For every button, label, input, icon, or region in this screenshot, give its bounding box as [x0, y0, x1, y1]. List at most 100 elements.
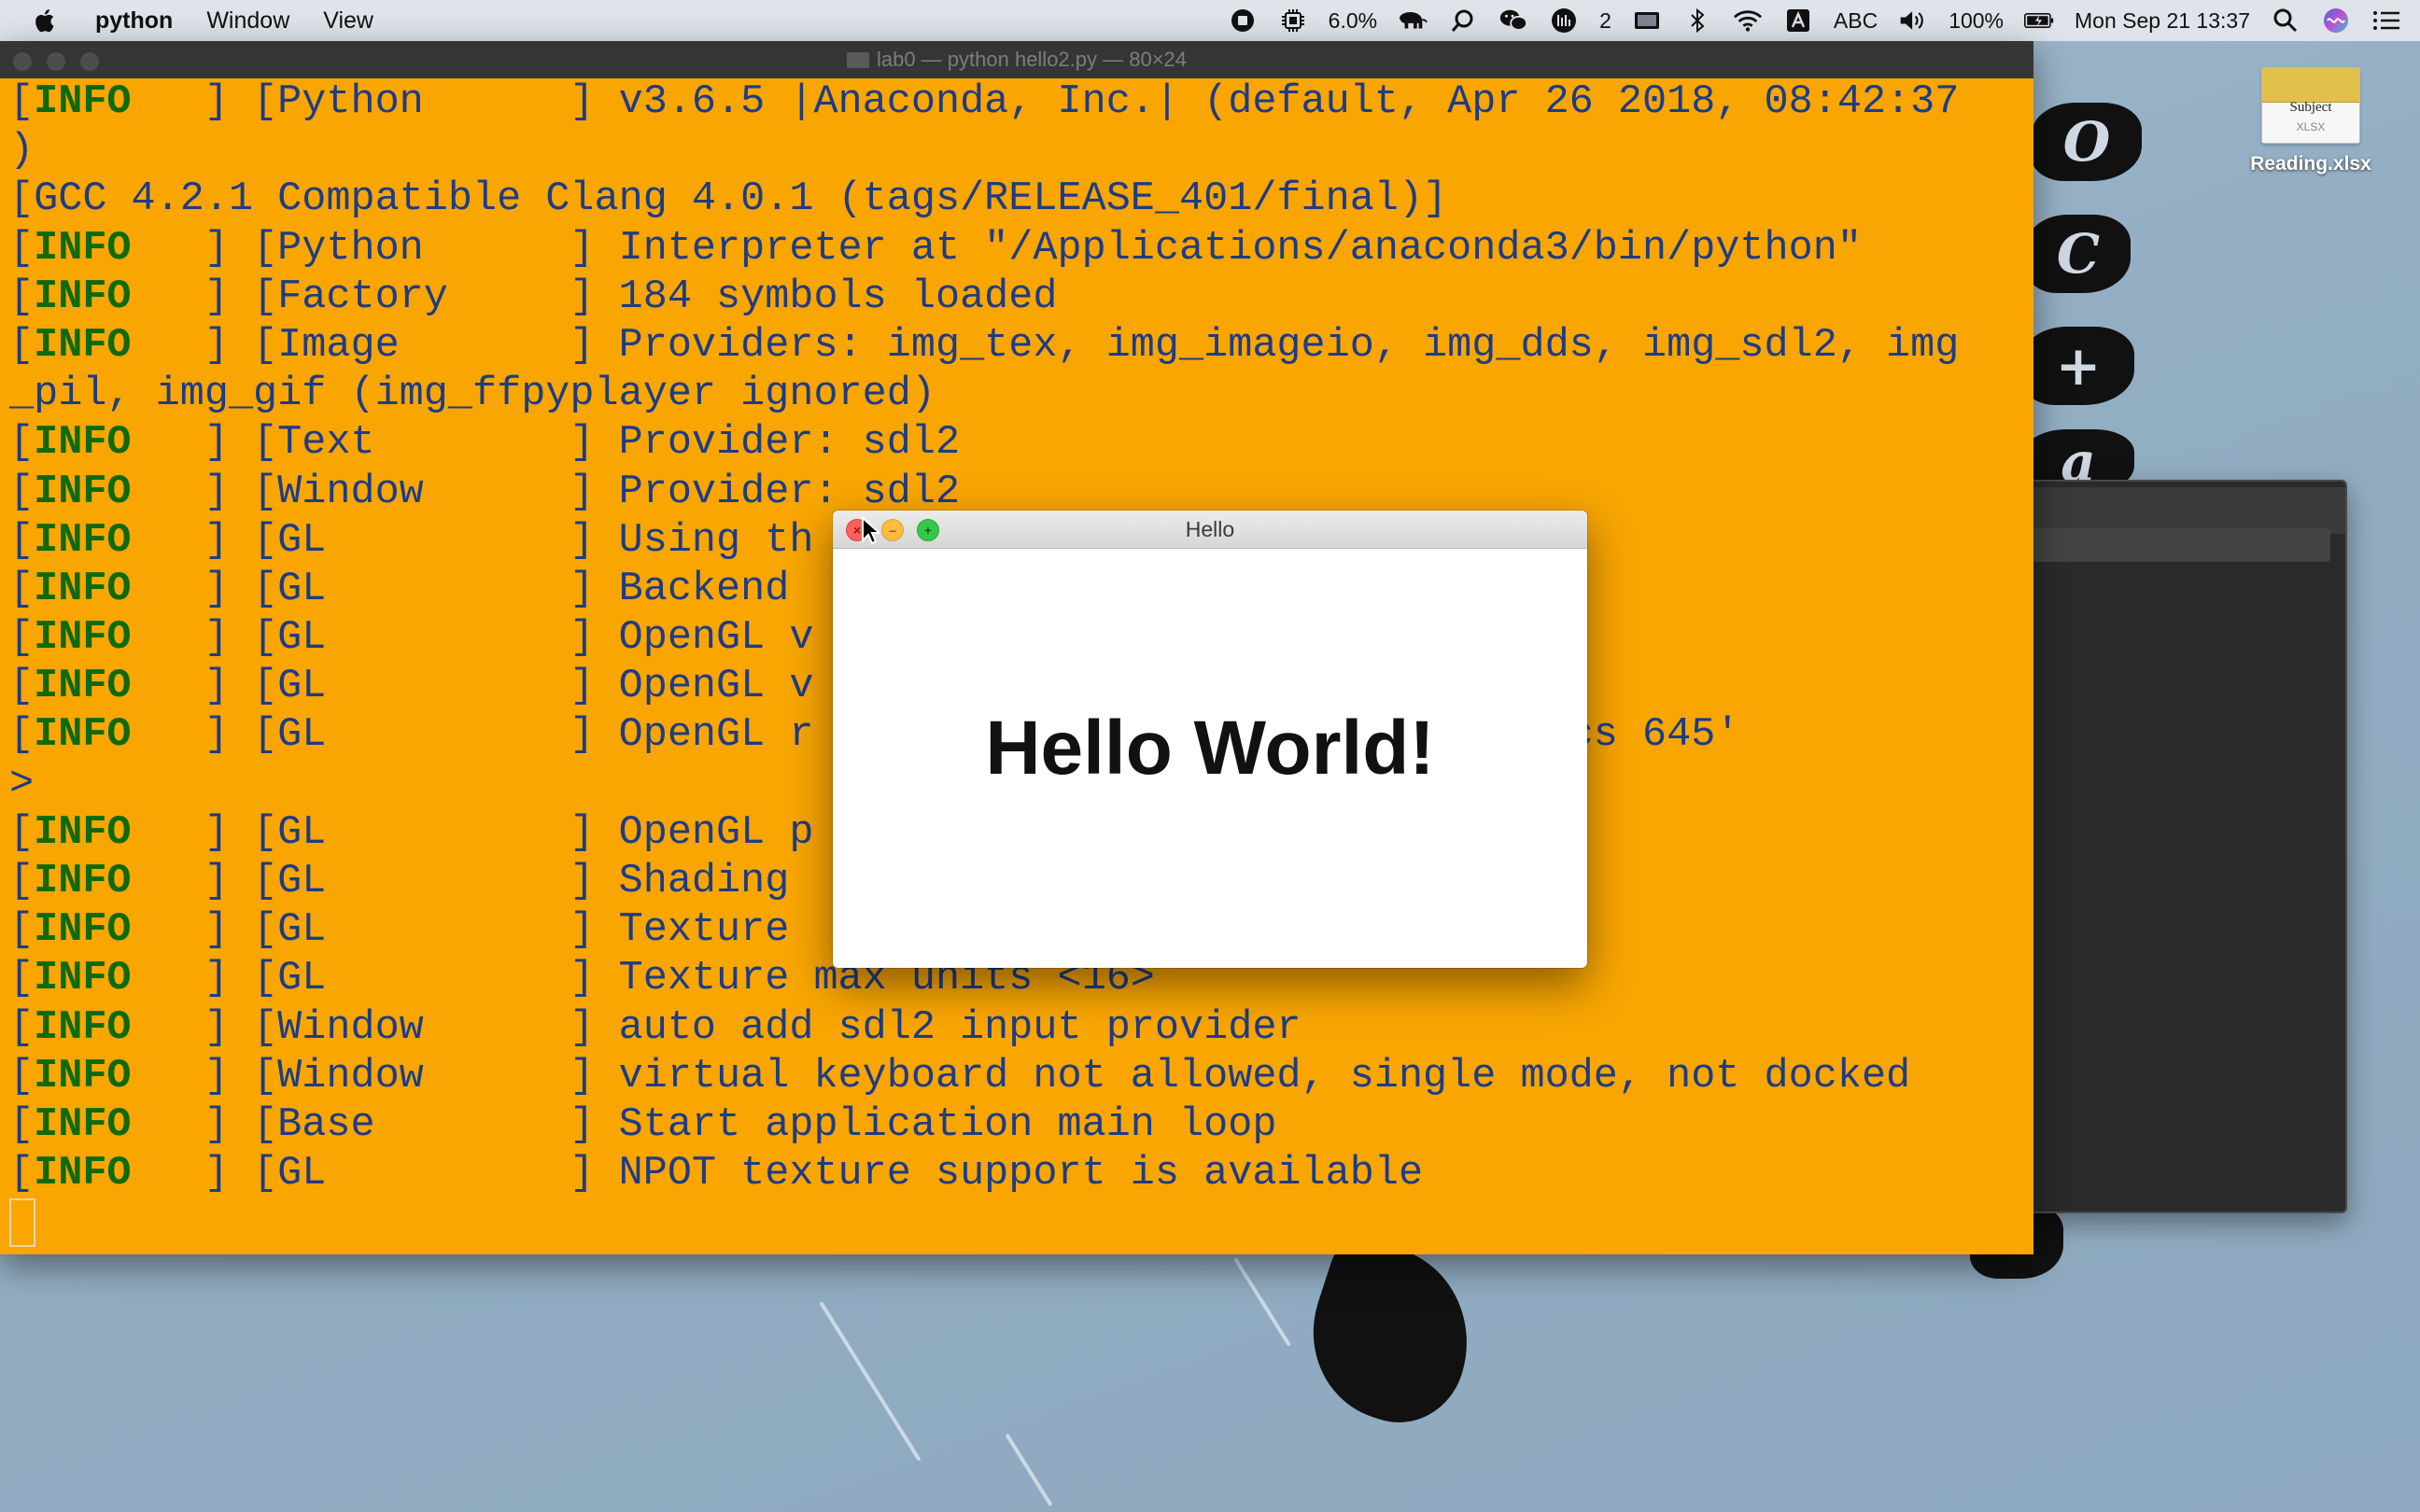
terminal-titlebar[interactable]: lab0 — python hello2.py — 80×24 — [0, 41, 2033, 78]
log-level: [INFO ] — [9, 809, 229, 856]
menu-view[interactable]: View — [323, 7, 373, 35]
terminal-cursor — [9, 1198, 35, 1247]
terminal-line: _pil, img_gif (img_ffpyplayer ignored) — [9, 371, 2033, 419]
log-message: [GL ] OpenGL v — [228, 664, 814, 710]
desktop-streak — [1233, 1257, 1291, 1347]
log-message: [GL ] NPOT texture support is available — [228, 1151, 1424, 1197]
log-message: [Text ] Provider: sdl2 — [228, 420, 961, 467]
log-level: [INFO ] — [9, 664, 229, 710]
hello-window[interactable]: × – + Hello Hello World! — [833, 511, 1587, 968]
terminal-line: [INFO ] [Base ] Start application main l… — [9, 1101, 2033, 1150]
terminal-line: [INFO ] [Python ] Interpreter at "/Appli… — [9, 225, 2033, 273]
log-message: ) — [9, 128, 35, 175]
log-level: [INFO ] — [9, 956, 229, 1002]
log-level: [INFO ] — [9, 712, 229, 759]
background-window[interactable] — [1989, 480, 2347, 1213]
terminal-line: [INFO ] [Window ] auto add sdl2 input pr… — [9, 1004, 2033, 1053]
log-level: [INFO ] — [9, 1101, 229, 1148]
menu-bar: python Window View 6.0% 2 ABC 100% Mon S… — [0, 0, 2420, 41]
terminal-line: [INFO ] [Window ] virtual keyboard not a… — [9, 1053, 2033, 1101]
desktop-decor-letter: + — [2022, 327, 2134, 405]
log-level: [INFO ] — [9, 420, 229, 467]
log-message: [Image ] Providers: img_tex, img_imageio… — [228, 322, 1960, 369]
bluetooth-icon[interactable] — [1682, 7, 1712, 34]
log-level: [INFO ] — [9, 859, 229, 904]
zoom-button[interactable]: + — [917, 519, 939, 541]
input-source-label[interactable]: ABC — [1834, 8, 1878, 34]
search-icon[interactable] — [2271, 7, 2300, 34]
log-level: [INFO ] — [9, 615, 229, 662]
log-message: [GL ] OpenGL v — [228, 615, 814, 662]
display-icon[interactable] — [1632, 7, 1662, 34]
log-level: [INFO ] — [9, 79, 229, 125]
terminal-line: [INFO ] [Text ] Provider: sdl2 — [9, 419, 2033, 468]
hello-titlebar[interactable]: × – + Hello — [833, 511, 1587, 549]
log-message: [Window ] Provider: sdl2 — [228, 469, 961, 515]
cpu-percent: 6.0% — [1328, 7, 1378, 33]
terminal-line: ) — [9, 127, 2033, 175]
control-center-icon[interactable] — [2371, 7, 2401, 34]
terminal-line: [INFO ] [Image ] Providers: img_tex, img… — [9, 322, 2033, 371]
log-level: [INFO ] — [9, 1004, 229, 1051]
log-level: [INFO ] — [9, 566, 229, 612]
cpu-icon[interactable] — [1278, 7, 1308, 34]
log-message: _pil, img_gif (img_ffpyplayer ignored) — [9, 371, 936, 418]
terminal-window-controls — [13, 52, 99, 71]
log-message: [Python ] v3.6.5 |Anaconda, Inc.| (defau… — [228, 79, 1960, 125]
log-level: [INFO ] — [9, 907, 229, 954]
close-button[interactable] — [13, 52, 32, 71]
wechat-icon[interactable] — [1498, 7, 1528, 34]
minimize-button[interactable]: – — [881, 519, 904, 541]
volume-icon[interactable] — [1898, 7, 1928, 34]
zoom-icon: + — [923, 523, 933, 538]
menu-app-python[interactable]: python — [95, 7, 173, 35]
elephant-icon[interactable] — [1398, 7, 1428, 34]
log-message: > — [9, 761, 35, 807]
terminal-line: [INFO ] [Factory ] 184 symbols loaded — [9, 273, 2033, 322]
log-level: [INFO ] — [9, 225, 229, 272]
record-icon[interactable] — [1228, 7, 1258, 34]
log-message: [Python ] Interpreter at "/Applications/… — [228, 225, 1862, 272]
apple-icon[interactable] — [32, 7, 60, 35]
terminal-line: [INFO ] [GL ] NPOT texture support is av… — [9, 1150, 2033, 1198]
log-level: [INFO ] — [9, 273, 229, 320]
desktop-streak — [819, 1301, 922, 1462]
log-message: [GL ] OpenGL p — [228, 809, 814, 856]
hello-window-controls: × – + — [846, 519, 939, 541]
zoom-button[interactable] — [80, 52, 99, 71]
clock[interactable]: Mon Sep 21 13:37 — [2075, 8, 2250, 34]
battery-percent: 100% — [1949, 7, 2005, 33]
hello-world-label: Hello World! — [985, 706, 1435, 791]
menu-window[interactable]: Window — [206, 7, 289, 35]
status-area: 6.0% 2 ABC 100% Mon Sep 21 13:37 — [1228, 7, 2401, 34]
badge-count: 2 — [1599, 7, 1611, 33]
desktop-file-reading[interactable]: Subject XLSX Reading.xlsx — [2231, 67, 2390, 175]
desktop-file-label: Reading.xlsx — [2250, 153, 2371, 175]
battery-icon[interactable] — [2024, 7, 2054, 34]
terminal-title: lab0 — python hello2.py — 80×24 — [876, 48, 1188, 71]
terminal-line: [INFO ] [Python ] v3.6.5 |Anaconda, Inc.… — [9, 78, 2033, 127]
log-message: [GL ] Shading — [228, 859, 790, 904]
wifi-icon[interactable] — [1733, 7, 1763, 34]
close-icon: × — [852, 523, 862, 538]
mouse-pointer-icon — [862, 516, 879, 545]
log-message: [Window ] virtual keyboard not allowed, … — [228, 1053, 1911, 1099]
siri-icon[interactable] — [2321, 7, 2351, 34]
magnifier-icon[interactable] — [1448, 7, 1478, 34]
folder-icon — [846, 52, 869, 68]
minimize-button[interactable] — [47, 52, 65, 71]
log-message: [Base ] Start application main loop — [228, 1101, 1277, 1148]
desktop-streak — [1005, 1433, 1053, 1507]
badge-icon[interactable] — [1549, 7, 1579, 34]
terminal-line: [INFO ] [Window ] Provider: sdl2 — [9, 469, 2033, 517]
terminal-line: [GCC 4.2.1 Compatible Clang 4.0.1 (tags/… — [9, 175, 2033, 224]
hello-window-title: Hello — [1185, 516, 1235, 541]
background-window-toolbar — [1991, 487, 2345, 562]
minimize-icon: – — [889, 523, 896, 538]
log-message: [Factory ] 184 symbols loaded — [228, 273, 1058, 320]
input-source-icon[interactable] — [1783, 7, 1813, 34]
log-message: [Window ] auto add sdl2 input provider — [228, 1004, 1301, 1051]
log-message: [GCC 4.2.1 Compatible Clang 4.0.1 (tags/… — [9, 176, 1448, 223]
background-window-field — [2005, 528, 2330, 562]
log-level: [INFO ] — [9, 322, 229, 369]
